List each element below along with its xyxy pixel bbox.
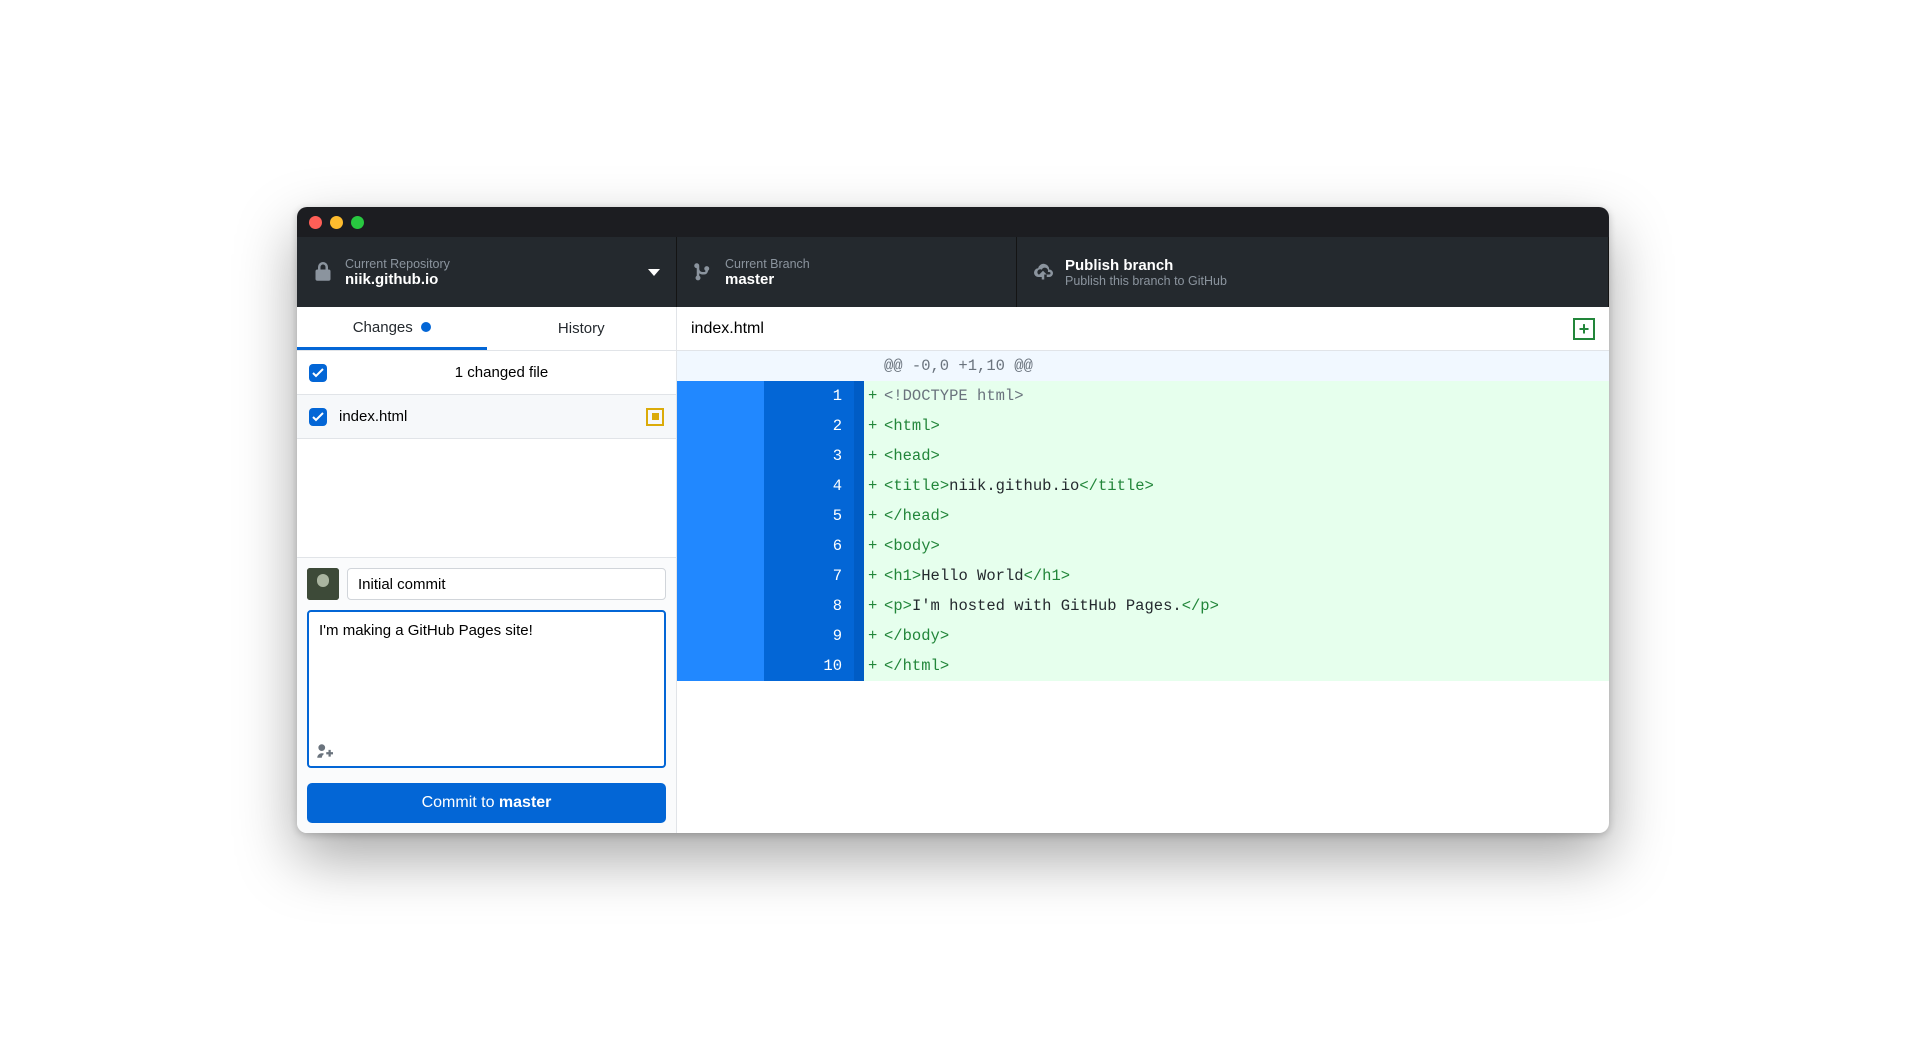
branch-name: master <box>725 271 810 288</box>
branch-label: Current Branch <box>725 257 810 271</box>
expand-diff-button[interactable]: + <box>1573 318 1595 340</box>
commit-button-branch: master <box>499 794 551 811</box>
select-all-checkbox[interactable] <box>309 364 327 382</box>
changes-indicator-dot <box>421 322 431 332</box>
changed-count: 1 changed file <box>339 364 664 381</box>
lock-icon <box>313 262 333 282</box>
diff-line[interactable]: 6+ <body> <box>677 531 1609 561</box>
file-name: index.html <box>339 408 634 425</box>
diff-panel: index.html + @@ -0,0 +1,10 @@1+<!DOCTYPE… <box>677 307 1609 833</box>
file-row[interactable]: index.html <box>297 395 676 439</box>
commit-button[interactable]: Commit to master <box>307 783 666 823</box>
cloud-upload-icon <box>1033 262 1053 282</box>
branch-dropdown[interactable]: Current Branch master <box>677 237 1017 307</box>
toolbar: Current Repository niik.github.io Curren… <box>297 237 1609 307</box>
tab-history-label: History <box>558 320 605 337</box>
diff-line[interactable]: 8+ <p>I'm hosted with GitHub Pages.</p> <box>677 591 1609 621</box>
close-window-button[interactable] <box>309 216 322 229</box>
plus-icon: + <box>1579 320 1590 338</box>
diff-line[interactable]: 7+ <h1>Hello World</h1> <box>677 561 1609 591</box>
diff-line[interactable]: 2+<html> <box>677 411 1609 441</box>
file-checkbox[interactable] <box>309 408 327 426</box>
commit-description-input[interactable] <box>307 610 666 768</box>
minimize-window-button[interactable] <box>330 216 343 229</box>
diff-filename: index.html <box>691 320 764 338</box>
sidebar: Changes History 1 changed file index.htm… <box>297 307 677 833</box>
sidebar-tabs: Changes History <box>297 307 676 351</box>
publish-desc: Publish this branch to GitHub <box>1065 274 1227 288</box>
diff-body[interactable]: @@ -0,0 +1,10 @@1+<!DOCTYPE html>2+<html… <box>677 351 1609 833</box>
diff-line[interactable]: 3+ <head> <box>677 441 1609 471</box>
app-window: Current Repository niik.github.io Curren… <box>297 207 1609 833</box>
chevron-down-icon <box>648 269 660 276</box>
tab-history[interactable]: History <box>487 307 677 350</box>
branch-icon <box>693 262 713 282</box>
tab-changes[interactable]: Changes <box>297 307 487 350</box>
add-coauthor-button[interactable] <box>315 742 333 765</box>
repository-dropdown[interactable]: Current Repository niik.github.io <box>297 237 677 307</box>
publish-label: Publish branch <box>1065 257 1227 274</box>
avatar <box>307 568 339 600</box>
diff-line[interactable]: 4+ <title>niik.github.io</title> <box>677 471 1609 501</box>
diff-line[interactable]: 10+</html> <box>677 651 1609 681</box>
repo-label: Current Repository <box>345 257 450 271</box>
file-status-modified-icon <box>646 408 664 426</box>
diff-header: index.html + <box>677 307 1609 351</box>
diff-line[interactable]: 1+<!DOCTYPE html> <box>677 381 1609 411</box>
commit-form: Commit to master <box>297 557 676 833</box>
publish-button[interactable]: Publish branch Publish this branch to Gi… <box>1017 237 1609 307</box>
content: Changes History 1 changed file index.htm… <box>297 307 1609 833</box>
diff-line[interactable]: 9+ </body> <box>677 621 1609 651</box>
diff-line[interactable]: @@ -0,0 +1,10 @@ <box>677 351 1609 381</box>
titlebar[interactable] <box>297 207 1609 237</box>
repo-name: niik.github.io <box>345 271 450 288</box>
commit-summary-input[interactable] <box>347 568 666 600</box>
tab-changes-label: Changes <box>353 319 413 336</box>
changed-files-header: 1 changed file <box>297 351 676 395</box>
diff-line[interactable]: 5+ </head> <box>677 501 1609 531</box>
commit-button-prefix: Commit to <box>422 794 499 811</box>
zoom-window-button[interactable] <box>351 216 364 229</box>
